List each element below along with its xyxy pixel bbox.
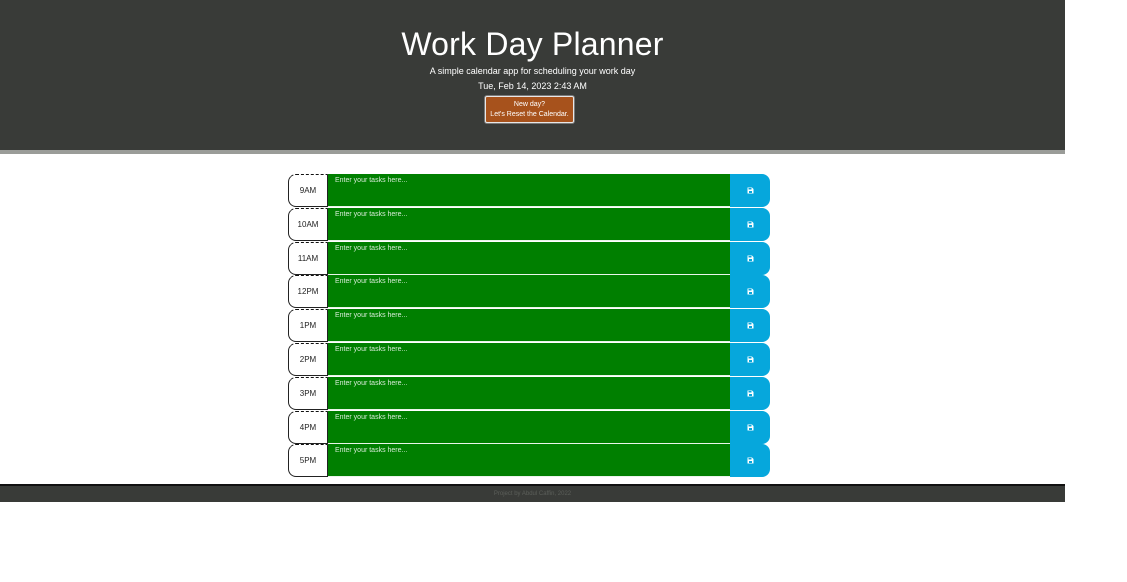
floppy-disk-icon <box>747 356 753 363</box>
floppy-disk-icon <box>747 255 753 262</box>
save-button[interactable] <box>730 207 770 241</box>
task-input[interactable] <box>328 309 730 343</box>
floppy-disk-icon <box>747 457 753 464</box>
task-input[interactable] <box>328 444 730 478</box>
floppy-disk-icon <box>747 288 753 295</box>
save-button[interactable] <box>730 342 770 376</box>
footer-text: Project by Abdul Caffin, 2022 <box>493 491 572 497</box>
footer: Project by Abdul Caffin, 2022 <box>0 484 1065 502</box>
save-button[interactable] <box>730 275 770 309</box>
save-button[interactable] <box>730 376 770 410</box>
time-block-row: 4PM <box>288 410 770 444</box>
hour-label: 2PM <box>288 342 328 376</box>
time-block-row: 2PM <box>288 342 770 376</box>
hour-label: 4PM <box>288 410 328 444</box>
task-input[interactable] <box>328 241 730 275</box>
reset-button-line2: Let's Reset the Calendar. <box>490 111 569 118</box>
hour-label: 3PM <box>288 376 328 410</box>
hour-label: 11AM <box>288 241 328 275</box>
time-block-row: 5PM <box>288 444 770 478</box>
time-block-row: 10AM <box>288 207 770 241</box>
time-block-row: 12PM <box>288 275 770 309</box>
save-button[interactable] <box>730 174 770 207</box>
subtitle: A simple calendar app for scheduling you… <box>429 66 636 76</box>
save-button[interactable] <box>730 309 770 343</box>
page-title: Work Day Planner <box>401 26 664 62</box>
task-input[interactable] <box>328 207 730 241</box>
time-block-row: 11AM <box>288 241 770 275</box>
page: Work Day Planner A simple calendar app f… <box>0 0 1065 502</box>
time-block-row: 1PM <box>288 309 770 343</box>
time-block-row: 9AM <box>288 174 770 207</box>
hour-label: 10AM <box>288 207 328 241</box>
task-input[interactable] <box>328 376 730 410</box>
hour-label: 5PM <box>288 444 328 478</box>
reset-calendar-button[interactable]: New day? Let's Reset the Calendar. <box>485 96 574 123</box>
task-input[interactable] <box>328 342 730 376</box>
task-input[interactable] <box>328 410 730 444</box>
floppy-disk-icon <box>747 390 753 397</box>
time-block-row: 3PM <box>288 376 770 410</box>
floppy-disk-icon <box>747 187 753 194</box>
hour-label: 1PM <box>288 309 328 343</box>
floppy-disk-icon <box>747 221 753 228</box>
planner-container: 9AM10AM11AM12PM1PM2PM3PM4PM5PM <box>288 174 770 478</box>
floppy-disk-icon <box>747 424 753 431</box>
task-input[interactable] <box>328 275 730 309</box>
save-button[interactable] <box>730 410 770 444</box>
current-date-time: Tue, Feb 14, 2023 2:43 AM <box>478 81 587 91</box>
reset-button-line1: New day? <box>513 101 546 108</box>
task-input[interactable] <box>328 174 730 207</box>
floppy-disk-icon <box>747 322 753 329</box>
save-button[interactable] <box>730 241 770 275</box>
header: Work Day Planner A simple calendar app f… <box>0 0 1065 154</box>
save-button[interactable] <box>730 444 770 478</box>
hour-label: 9AM <box>288 174 328 207</box>
hour-label: 12PM <box>288 275 328 309</box>
